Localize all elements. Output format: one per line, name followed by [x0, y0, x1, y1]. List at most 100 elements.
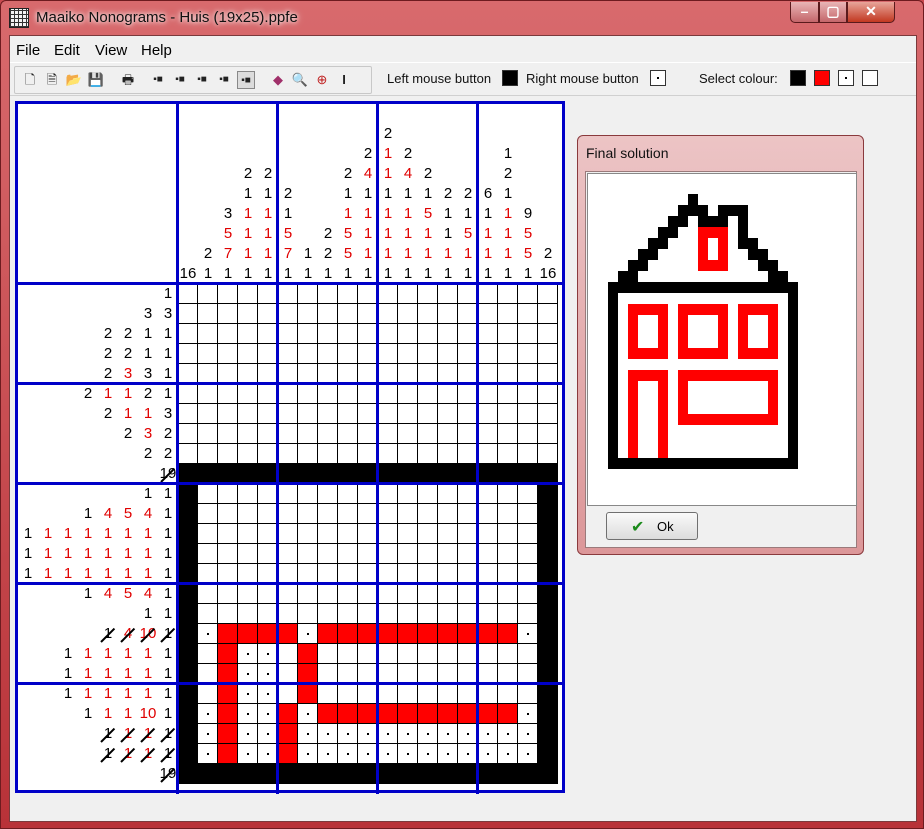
close-button[interactable]: ✕: [847, 2, 895, 23]
view-mode-5-icon[interactable]: ▪■: [237, 71, 255, 89]
grid-cell[interactable]: [518, 684, 538, 704]
grid-cell[interactable]: [438, 684, 458, 704]
grid-cell[interactable]: [318, 304, 338, 324]
grid-cell[interactable]: [178, 324, 198, 344]
column-clue[interactable]: 1: [438, 224, 458, 244]
grid-cell[interactable]: [238, 304, 258, 324]
grid-cell[interactable]: [398, 564, 418, 584]
grid-cell[interactable]: [538, 724, 558, 744]
grid-cell[interactable]: [538, 564, 558, 584]
colour-white-swatch[interactable]: [862, 70, 878, 86]
grid-cell[interactable]: [338, 444, 358, 464]
grid-cell[interactable]: [518, 744, 538, 764]
row-clue[interactable]: 1: [138, 604, 158, 624]
grid-cell[interactable]: [358, 444, 378, 464]
grid-cell[interactable]: [458, 464, 478, 484]
grid-cell[interactable]: [178, 684, 198, 704]
grid-cell[interactable]: [218, 664, 238, 684]
column-clue[interactable]: 1: [498, 224, 518, 244]
grid-cell[interactable]: [358, 604, 378, 624]
grid-cell[interactable]: [438, 724, 458, 744]
grid-cell[interactable]: [198, 724, 218, 744]
colour-dot-swatch[interactable]: [838, 70, 854, 86]
grid-cell[interactable]: [238, 564, 258, 584]
grid-cell[interactable]: [458, 304, 478, 324]
column-clue[interactable]: 1: [198, 264, 218, 284]
grid-cell[interactable]: [378, 764, 398, 784]
grid-cell[interactable]: [478, 624, 498, 644]
grid-cell[interactable]: [418, 504, 438, 524]
grid-cell[interactable]: [198, 284, 218, 304]
grid-cell[interactable]: [318, 624, 338, 644]
save-icon[interactable]: 💾: [87, 71, 105, 89]
grid-cell[interactable]: [378, 704, 398, 724]
row-clue[interactable]: 1: [138, 564, 158, 584]
row-clue[interactable]: 1: [118, 404, 138, 424]
row-clue[interactable]: 1: [18, 544, 38, 564]
grid-cell[interactable]: [478, 424, 498, 444]
row-clue[interactable]: 1: [158, 284, 178, 304]
grid-cell[interactable]: [538, 764, 558, 784]
grid-cell[interactable]: [398, 384, 418, 404]
grid-cell[interactable]: [398, 764, 418, 784]
grid-cell[interactable]: [318, 664, 338, 684]
grid-cell[interactable]: [418, 764, 438, 784]
column-clue[interactable]: 4: [398, 164, 418, 184]
column-clue[interactable]: 1: [438, 204, 458, 224]
column-clue[interactable]: 1: [398, 244, 418, 264]
grid-cell[interactable]: [518, 724, 538, 744]
row-clue[interactable]: 1: [98, 684, 118, 704]
grid-cell[interactable]: [378, 684, 398, 704]
grid-cell[interactable]: [358, 764, 378, 784]
row-clue[interactable]: 1: [158, 684, 178, 704]
grid-cell[interactable]: [538, 684, 558, 704]
column-clue[interactable]: 1: [358, 244, 378, 264]
row-clue[interactable]: 1: [98, 544, 118, 564]
row-clue[interactable]: 1: [58, 644, 78, 664]
grid-cell[interactable]: [178, 564, 198, 584]
column-clue[interactable]: 2: [278, 184, 298, 204]
column-clue[interactable]: 1: [498, 144, 518, 164]
grid-cell[interactable]: [458, 664, 478, 684]
grid-cell[interactable]: [198, 404, 218, 424]
column-clue[interactable]: 1: [498, 204, 518, 224]
column-clue[interactable]: 1: [378, 164, 398, 184]
right-mouse-colour-swatch[interactable]: [650, 70, 666, 86]
grid-cell[interactable]: [498, 464, 518, 484]
grid-cell[interactable]: [278, 564, 298, 584]
row-clue[interactable]: 1: [138, 324, 158, 344]
row-clue[interactable]: 5: [118, 584, 138, 604]
row-clue[interactable]: 1: [58, 544, 78, 564]
left-mouse-colour-swatch[interactable]: [502, 70, 518, 86]
grid-cell[interactable]: [378, 504, 398, 524]
grid-cell[interactable]: [478, 484, 498, 504]
grid-cell[interactable]: [398, 304, 418, 324]
grid-cell[interactable]: [338, 284, 358, 304]
grid-cell[interactable]: [438, 484, 458, 504]
grid-cell[interactable]: [338, 364, 358, 384]
grid-cell[interactable]: [478, 764, 498, 784]
title-bar[interactable]: Maaiko Nonograms - Huis (19x25).ppfe – ▢…: [1, 1, 923, 33]
grid-cell[interactable]: [298, 504, 318, 524]
grid-cell[interactable]: [298, 584, 318, 604]
row-clue[interactable]: 1: [98, 384, 118, 404]
row-clue[interactable]: 3: [158, 304, 178, 324]
grid-cell[interactable]: [338, 544, 358, 564]
row-clue[interactable]: 4: [98, 584, 118, 604]
grid-cell[interactable]: [298, 404, 318, 424]
grid-cell[interactable]: [298, 364, 318, 384]
grid-cell[interactable]: [258, 304, 278, 324]
grid-cell[interactable]: [378, 404, 398, 424]
grid-cell[interactable]: [498, 484, 518, 504]
grid-cell[interactable]: [398, 624, 418, 644]
new-icon[interactable]: 🗋: [21, 71, 39, 89]
grid-cell[interactable]: [538, 584, 558, 604]
grid-cell[interactable]: [438, 304, 458, 324]
grid-cell[interactable]: [358, 424, 378, 444]
grid-cell[interactable]: [538, 704, 558, 724]
row-clue[interactable]: 1: [118, 644, 138, 664]
column-clue[interactable]: 1: [478, 264, 498, 284]
grid-cell[interactable]: [358, 324, 378, 344]
grid-cell[interactable]: [518, 484, 538, 504]
grid-cell[interactable]: [218, 604, 238, 624]
